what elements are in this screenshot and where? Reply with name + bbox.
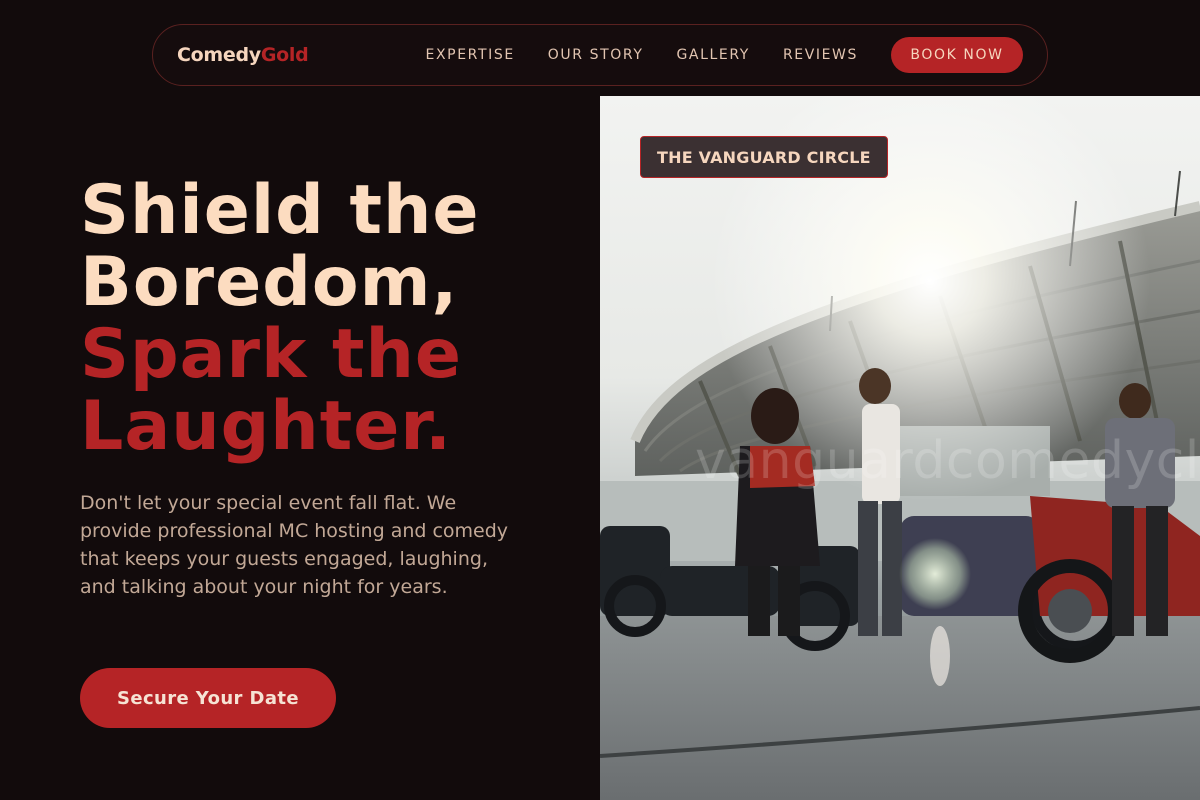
image-watermark: vanguardcomedyclub	[695, 431, 1200, 491]
hero-content: Shield the Boredom, Spark the Laughter. …	[80, 175, 560, 728]
nav-link-gallery[interactable]: GALLERY	[676, 47, 749, 63]
nav-link-our-story[interactable]: OUR STORY	[548, 47, 644, 63]
brand-logo[interactable]: ComedyGold	[177, 44, 309, 66]
headline-line-4: Laughter.	[80, 387, 453, 466]
book-now-button[interactable]: BOOK NOW	[891, 37, 1023, 73]
nav-links: EXPERTISE OUR STORY GALLERY REVIEWS	[426, 47, 858, 63]
hero-photo: THE VANGUARD CIRCLE vanguardcomedyclub	[600, 96, 1200, 800]
hero-description: Don't let your special event fall flat. …	[80, 492, 509, 598]
top-navbar: ComedyGold EXPERTISE OUR STORY GALLERY R…	[152, 24, 1048, 86]
brand-name-main: Comedy	[177, 44, 261, 66]
brand-name-accent: Gold	[260, 44, 309, 66]
secure-date-button[interactable]: Secure Your Date	[80, 668, 336, 728]
headline-line-3: Spark the	[80, 315, 463, 394]
location-badge: THE VANGUARD CIRCLE	[640, 136, 888, 178]
headline-line-2: Boredom,	[80, 243, 459, 322]
nav-link-expertise[interactable]: EXPERTISE	[426, 47, 515, 63]
headline-line-1: Shield the	[80, 171, 480, 250]
nav-link-reviews[interactable]: REVIEWS	[783, 47, 858, 63]
hero-headline: Shield the Boredom, Spark the Laughter.	[80, 175, 560, 463]
